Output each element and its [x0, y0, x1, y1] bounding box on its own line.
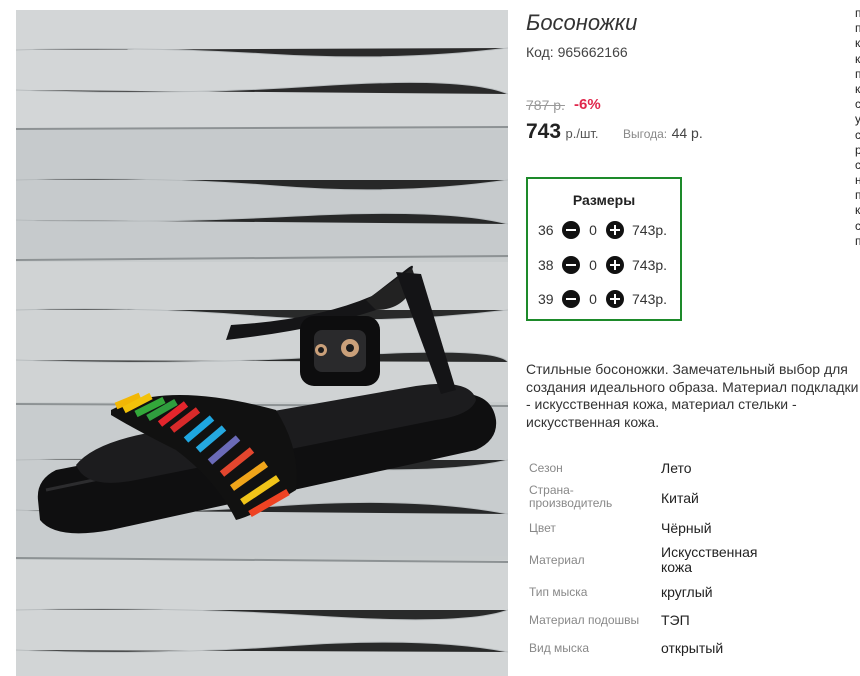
price: 743 [526, 120, 562, 143]
clipped-letter: к [855, 51, 860, 66]
benefit-value: 44 р. [671, 125, 703, 141]
attribute-value: круглый [661, 584, 713, 600]
plus-icon[interactable] [606, 256, 624, 274]
minus-icon[interactable] [562, 290, 580, 308]
product-description: Стильные босоножки. Замечательный выбор … [526, 361, 859, 430]
clipped-letter: у [855, 112, 860, 127]
clipped-letter: с [855, 218, 860, 233]
sizes-panel: Размеры 36 0 743р. 38 0 743р. 39 0 743р. [526, 177, 682, 321]
clipped-letter: с [855, 127, 860, 142]
clipped-letter: п [855, 188, 860, 203]
clipped-letter: р [855, 142, 860, 157]
clipped-letter: п [855, 66, 860, 81]
size-value: 36 [538, 222, 554, 238]
discount-badge: -6% [574, 96, 601, 113]
sizes-title: Размеры [572, 192, 636, 208]
clipped-letter: с [855, 97, 860, 112]
size-row: 38 0 743р. [538, 255, 667, 275]
plus-icon[interactable] [606, 221, 624, 239]
clipped-letter: к [855, 81, 860, 96]
price-unit: р./шт. [565, 126, 599, 141]
size-row: 39 0 743р. [538, 289, 667, 309]
size-row: 36 0 743р. [538, 220, 667, 240]
attribute-label: Тип мыска [529, 585, 588, 599]
plus-icon[interactable] [606, 290, 624, 308]
attribute-value: ТЭП [661, 612, 690, 628]
product-title: Босоножки [526, 10, 638, 35]
attribute-value: Чёрный [661, 520, 712, 536]
benefit-label: Выгода: [622, 127, 668, 141]
size-price: 743р. [632, 257, 668, 273]
attribute-value: Искусственная кожа [661, 544, 758, 575]
attribute-label: Материал подошвы [529, 613, 640, 627]
clipped-sidebar-text: п п к к п к с у с р с н п к с п [855, 0, 860, 249]
clipped-letter: п [855, 233, 860, 248]
attribute-value: Китай [661, 490, 699, 506]
minus-icon[interactable] [562, 221, 580, 239]
clipped-letter: к [855, 203, 860, 218]
attribute-label: Страна-производитель [529, 483, 613, 510]
quantity-value: 0 [589, 291, 597, 307]
old-price: 787 р. [526, 97, 565, 113]
product-code: Код: 965662166 [526, 44, 628, 60]
size-price: 743р. [632, 222, 668, 238]
attribute-value: Лето [661, 460, 692, 476]
clipped-letter: с [855, 157, 860, 172]
size-price: 743р. [632, 291, 668, 307]
quantity-value: 0 [589, 222, 597, 238]
price-row: 743 р./шт. Выгода: 44 р. [526, 120, 703, 144]
attribute-label: Материал [529, 553, 585, 567]
size-value: 39 [538, 291, 554, 307]
attribute-label: Вид мыска [529, 641, 590, 655]
minus-icon[interactable] [562, 256, 580, 274]
attribute-label: Цвет [529, 521, 556, 535]
quantity-value: 0 [589, 257, 597, 273]
sandal-image [16, 10, 508, 676]
size-value: 38 [538, 257, 554, 273]
product-photo[interactable] [16, 10, 508, 676]
clipped-letter: п [855, 6, 860, 20]
attribute-value: открытый [661, 640, 724, 656]
attribute-label: Сезон [529, 461, 563, 475]
clipped-letter: п [855, 21, 860, 36]
clipped-letter: к [855, 36, 860, 51]
clipped-letter: н [855, 173, 860, 188]
